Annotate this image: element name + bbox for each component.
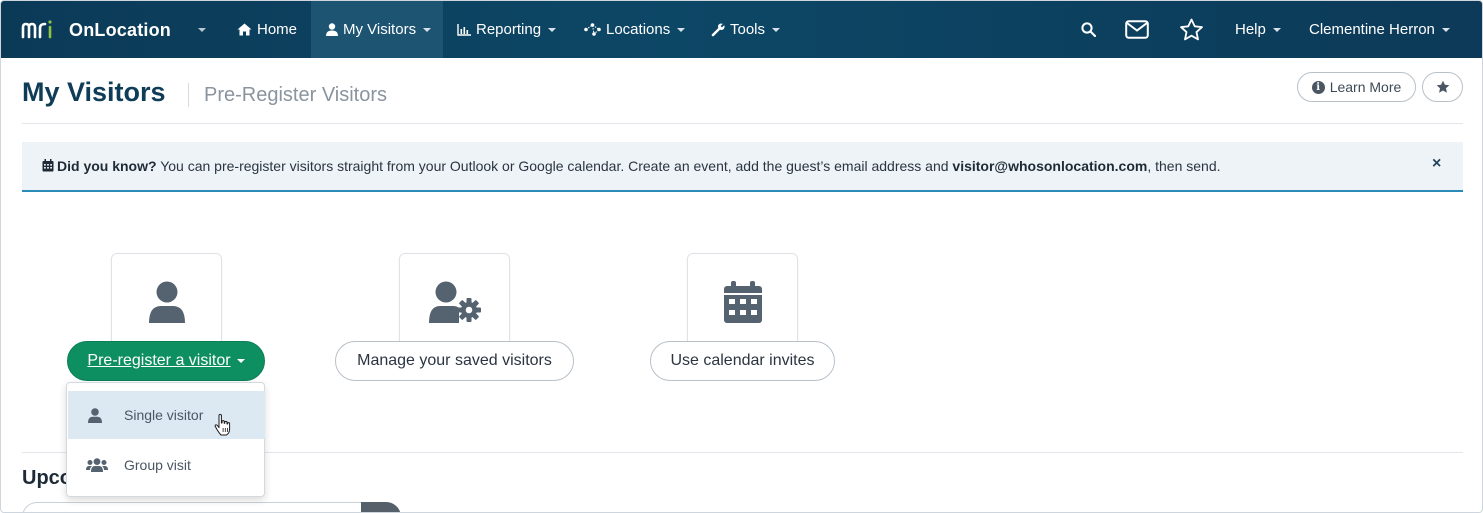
mail-icon[interactable] (1125, 20, 1149, 39)
pre-register-card (111, 253, 222, 353)
saved-visitors-card (399, 253, 510, 353)
menu-item-label: Group visit (124, 457, 191, 473)
banner-body: You can pre-register visitors straight f… (156, 158, 953, 174)
hand-pointer-cursor-icon (214, 414, 231, 436)
user-name: Clementine Herron (1309, 21, 1435, 38)
chevron-down-icon (772, 27, 781, 32)
user-icon (88, 407, 102, 423)
brand[interactable]: OnLocation (21, 18, 171, 42)
title-divider (188, 83, 189, 107)
page-subtitle: Pre-Register Visitors (204, 84, 388, 106)
nav-user-menu[interactable]: Clementine Herron (1309, 1, 1450, 58)
users-icon (86, 458, 108, 472)
nav-locations[interactable]: Locations (584, 1, 686, 58)
page-title: My Visitors (22, 77, 166, 107)
favorite-button[interactable] (1422, 72, 1463, 102)
nav-locations-label: Locations (606, 21, 671, 38)
chart-icon (457, 23, 471, 36)
chevron-down-icon (548, 27, 557, 32)
calendar-invites-button[interactable]: Use calendar invites (650, 341, 835, 381)
app-window: OnLocation Home My Visitors Reporting Lo… (0, 0, 1483, 513)
menu-item-single-visitor[interactable]: Single visitor (68, 391, 265, 439)
manage-saved-visitors-button[interactable]: Manage your saved visitors (335, 341, 574, 381)
header-divider (22, 123, 1463, 124)
nav-help[interactable]: Help (1235, 1, 1281, 58)
nav-tools[interactable]: Tools (711, 1, 781, 58)
user-icon (326, 23, 338, 36)
nav-reporting[interactable]: Reporting (457, 1, 557, 58)
wrench-icon (711, 23, 725, 36)
menu-item-group-visit[interactable]: Group visit (68, 441, 265, 489)
menu-item-label: Single visitor (124, 407, 204, 423)
info-icon: i (1311, 80, 1325, 94)
user-icon (149, 281, 185, 323)
banner-tail: , then send. (1147, 158, 1221, 174)
chevron-down-icon (423, 27, 432, 32)
pre-register-button[interactable]: Pre-register a visitor (67, 341, 265, 381)
chevron-down-icon (1441, 27, 1450, 32)
close-icon[interactable]: × (1432, 155, 1441, 173)
nav-home[interactable]: Home (237, 1, 297, 58)
nav-home-label: Home (257, 21, 298, 38)
nav-tools-label: Tools (730, 21, 766, 38)
nav-help-label: Help (1235, 21, 1266, 38)
search-icon[interactable] (1081, 22, 1096, 37)
upcoming-search-input[interactable] (22, 502, 362, 512)
calendar-invites-label: Use calendar invites (670, 352, 815, 369)
brand-caret-icon[interactable] (198, 28, 206, 32)
calendar-icon (724, 281, 762, 323)
calendar-icon (42, 159, 54, 172)
manage-saved-label: Manage your saved visitors (357, 352, 552, 369)
pre-register-label: Pre-register a visitor (87, 352, 231, 369)
nav-reporting-label: Reporting (476, 21, 542, 38)
star-icon[interactable] (1179, 18, 1204, 42)
calendar-invites-card (687, 253, 798, 353)
top-navbar: OnLocation Home My Visitors Reporting Lo… (1, 1, 1482, 58)
brand-name: OnLocation (69, 19, 171, 40)
nav-my-visitors-label: My Visitors (343, 21, 417, 38)
banner-text: Did you know? You can pre-register visit… (42, 158, 1221, 174)
learn-more-button[interactable]: i Learn More (1297, 72, 1416, 102)
info-banner: Did you know? You can pre-register visit… (22, 142, 1463, 192)
chevron-down-icon (677, 27, 686, 32)
home-icon (237, 23, 252, 36)
user-gear-icon (429, 281, 481, 323)
upcoming-search-button[interactable] (361, 502, 401, 512)
pre-register-dropdown-menu: Single visitor Group visit (66, 382, 265, 497)
banner-email: visitor@whosonlocation.com (952, 158, 1148, 174)
chevron-down-icon (1272, 27, 1281, 32)
learn-more-label: Learn More (1329, 79, 1402, 95)
mri-logo-icon (21, 20, 52, 39)
chevron-down-icon (236, 359, 245, 363)
banner-lead: Did you know? (57, 158, 157, 174)
upcoming-heading: Upco (22, 467, 72, 489)
star-icon (1436, 80, 1449, 93)
nav-my-visitors[interactable]: My Visitors (311, 1, 443, 58)
network-icon (584, 23, 601, 36)
